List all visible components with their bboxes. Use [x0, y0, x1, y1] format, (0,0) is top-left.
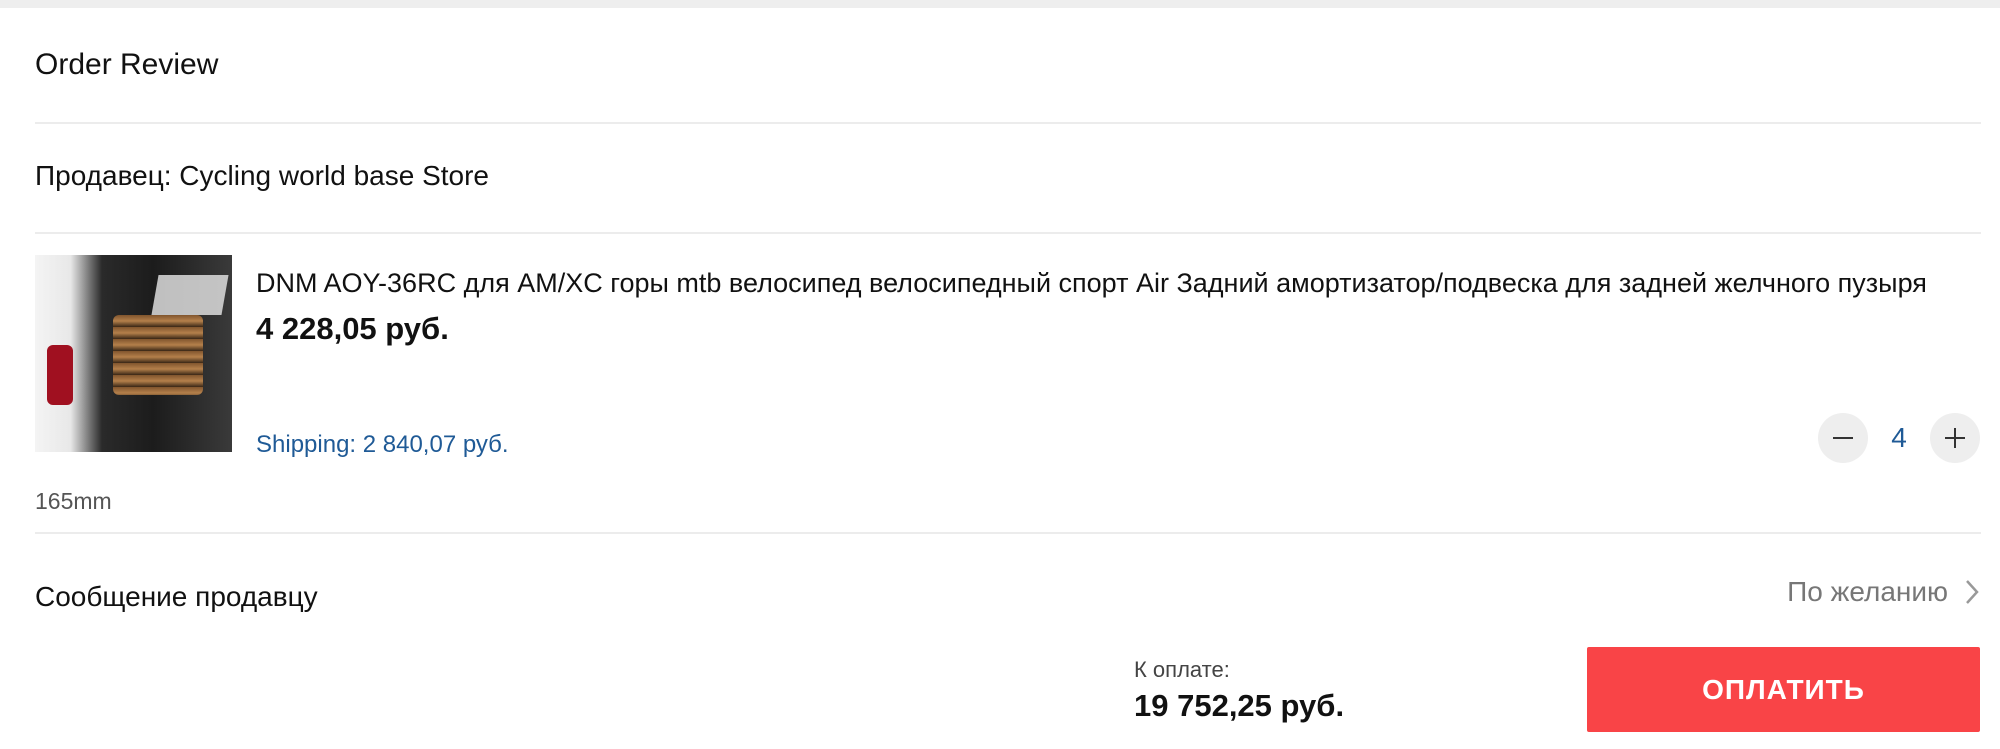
quantity-increase-button[interactable] [1930, 413, 1980, 463]
shipping-cost-link[interactable]: Shipping: 2 840,07 руб. [256, 431, 509, 459]
product-title[interactable]: DNM AOY-36RC для AM/XC горы mtb велосипе… [256, 268, 1980, 299]
product-variant: 165mm [35, 488, 112, 514]
product-image-detail [47, 345, 73, 405]
quantity-decrease-button[interactable] [1818, 413, 1868, 463]
divider [35, 232, 1981, 234]
product-price: 4 228,05 руб. [256, 311, 449, 346]
pay-button[interactable]: ОПЛАТИТЬ [1587, 647, 1980, 732]
product-image[interactable] [35, 255, 232, 452]
chevron-right-icon [1966, 580, 1979, 604]
quantity-stepper: 4 [1818, 413, 1980, 463]
plus-icon [1945, 428, 1965, 448]
product-image-detail [113, 315, 203, 395]
total-label: К оплате: [1134, 657, 1230, 682]
page-title: Order Review [35, 48, 219, 81]
quantity-value[interactable]: 4 [1868, 413, 1930, 463]
divider [35, 532, 1981, 534]
seller-name: Продавец: Cycling world base Store [35, 160, 489, 191]
seller-message-optional-text: По желанию [1787, 576, 1948, 607]
total-amount: 19 752,25 руб. [1134, 688, 1345, 723]
product-image-detail [151, 275, 229, 315]
order-review-panel: Order Review Продавец: Cycling world bas… [0, 8, 2000, 749]
top-strip [0, 0, 2000, 8]
seller-message-label: Сообщение продавцу [35, 581, 318, 612]
seller-message-button[interactable]: По желанию [1787, 576, 1980, 608]
minus-icon [1833, 437, 1853, 439]
divider [35, 122, 1981, 124]
